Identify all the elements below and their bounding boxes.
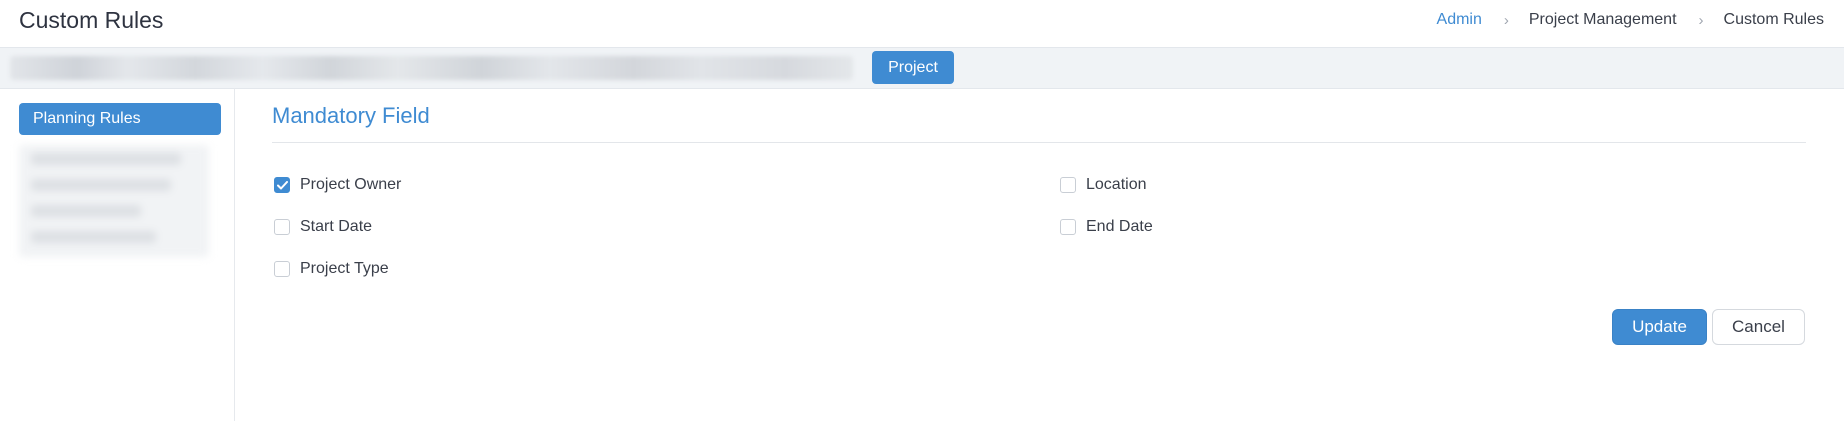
field-location[interactable]: Location	[1060, 176, 1147, 194]
chevron-right-icon: ›	[1698, 11, 1704, 29]
field-start-date[interactable]: Start Date	[274, 218, 372, 236]
blurred-tabs	[10, 56, 853, 80]
checkbox-project-owner[interactable]	[274, 177, 290, 193]
field-project-type[interactable]: Project Type	[274, 260, 389, 278]
chevron-right-icon: ›	[1503, 11, 1509, 29]
breadcrumb: Admin › Project Management › Custom Rule…	[1437, 11, 1824, 29]
breadcrumb-custom-rules: Custom Rules	[1723, 11, 1824, 28]
field-label: Project Type	[300, 260, 389, 277]
tab-project[interactable]: Project	[872, 51, 954, 84]
field-label: Project Owner	[300, 176, 402, 193]
field-label: End Date	[1086, 218, 1153, 235]
field-label: Location	[1086, 176, 1147, 193]
field-project-owner[interactable]: Project Owner	[274, 176, 401, 194]
field-end-date[interactable]: End Date	[1060, 218, 1153, 236]
page-title: Custom Rules	[19, 7, 164, 33]
field-label: Start Date	[300, 218, 373, 235]
cancel-button[interactable]: Cancel	[1712, 309, 1805, 345]
sidebar: Planning Rules	[0, 88, 235, 421]
section-divider	[272, 142, 1806, 143]
page-header: Custom Rules Admin › Project Management …	[0, 0, 1844, 46]
checkbox-project-type[interactable]	[274, 261, 290, 277]
update-button[interactable]: Update	[1612, 309, 1707, 345]
sidebar-item-planning-rules[interactable]: Planning Rules	[19, 103, 221, 135]
checkbox-end-date[interactable]	[1060, 219, 1076, 235]
section-title: Mandatory Field	[272, 103, 430, 128]
breadcrumb-admin[interactable]: Admin	[1437, 11, 1482, 29]
blurred-sidebar-items	[19, 145, 209, 257]
checkbox-location[interactable]	[1060, 177, 1076, 193]
check-icon	[276, 180, 288, 189]
breadcrumb-project-management: Project Management	[1528, 11, 1677, 28]
checkbox-start-date[interactable]	[274, 219, 290, 235]
module-tab-bar: Project	[0, 47, 1844, 89]
